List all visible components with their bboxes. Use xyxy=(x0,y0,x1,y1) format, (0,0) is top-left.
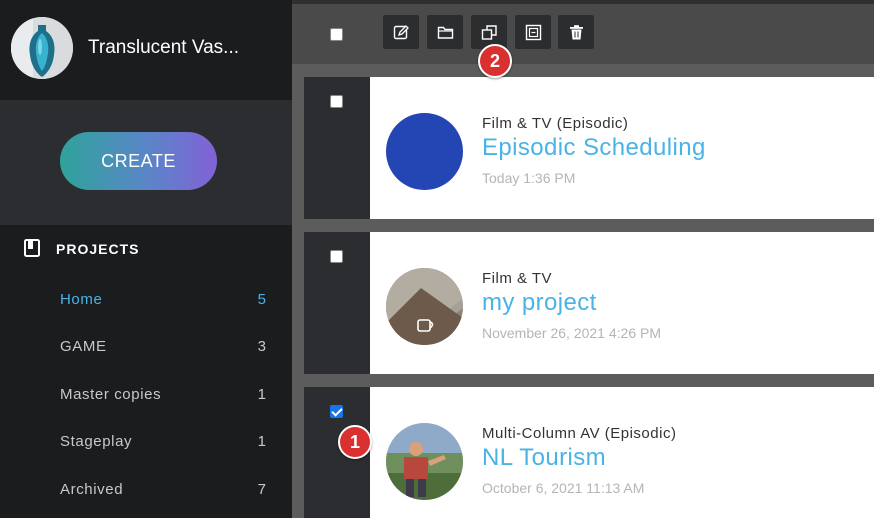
bulk-toolbar xyxy=(292,0,874,64)
project-thumbnail[interactable] xyxy=(386,113,463,190)
project-type: Film & TV xyxy=(482,270,553,287)
edit-button[interactable] xyxy=(383,15,419,49)
sidebar-item-label: Stageplay xyxy=(60,433,133,450)
project-row[interactable]: Film & TV my project November 26, 2021 4… xyxy=(304,232,874,374)
coffee-photo xyxy=(386,268,463,345)
create-section: CREATE xyxy=(0,100,292,225)
sidebar-item-home[interactable]: Home 5 xyxy=(0,280,292,320)
trash-icon xyxy=(569,24,583,39)
sidebar: Translucent Vas... CREATE PROJECTS Home … xyxy=(0,0,292,518)
sidebar-item-label: Archived xyxy=(60,481,124,498)
sidebar-item-label: GAME xyxy=(60,338,107,355)
move-to-folder-button[interactable] xyxy=(427,15,463,49)
row-checkbox[interactable] xyxy=(330,95,343,108)
sidebar-item-count: 1 xyxy=(257,433,266,450)
project-thumbnail[interactable] xyxy=(386,268,463,345)
project-type: Film & TV (Episodic) xyxy=(482,115,629,132)
project-card[interactable]: Film & TV my project November 26, 2021 4… xyxy=(370,232,874,374)
project-date: November 26, 2021 4:26 PM xyxy=(482,325,661,341)
row-select-area xyxy=(304,232,370,374)
sidebar-item-stageplay[interactable]: Stageplay 1 xyxy=(0,422,292,462)
projects-icon xyxy=(24,239,40,257)
sidebar-item-master-copies[interactable]: Master copies 1 xyxy=(0,375,292,415)
project-list: Film & TV (Episodic) Episodic Scheduling… xyxy=(292,0,874,518)
delete-button[interactable] xyxy=(558,15,594,49)
sidebar-item-count: 7 xyxy=(257,481,266,498)
annotation-badge-2: 2 xyxy=(478,44,512,78)
sidebar-item-count: 3 xyxy=(257,338,266,355)
project-row[interactable]: Film & TV (Episodic) Episodic Scheduling… xyxy=(304,77,874,219)
create-button[interactable]: CREATE xyxy=(60,132,217,190)
profile-header[interactable]: Translucent Vas... xyxy=(0,0,292,100)
avatar[interactable] xyxy=(11,17,73,79)
sidebar-item-game[interactable]: GAME 3 xyxy=(0,327,292,367)
tourism-photo xyxy=(386,423,463,500)
project-date: Today 1:36 PM xyxy=(482,170,576,186)
edit-icon xyxy=(393,24,409,39)
row-checkbox[interactable] xyxy=(330,250,343,263)
project-thumbnail[interactable] xyxy=(386,423,463,500)
sidebar-item-count: 1 xyxy=(257,386,266,403)
annotation-badge-1: 1 xyxy=(338,425,372,459)
project-card[interactable]: Multi-Column AV (Episodic) NL Tourism Oc… xyxy=(370,387,874,518)
archive-icon xyxy=(525,24,541,40)
archive-button[interactable] xyxy=(515,15,551,49)
duplicate-icon xyxy=(481,24,497,40)
app-window: Translucent Vas... CREATE PROJECTS Home … xyxy=(0,0,874,518)
profile-name[interactable]: Translucent Vas... xyxy=(88,37,239,59)
select-all-checkbox[interactable] xyxy=(330,28,343,41)
project-title[interactable]: my project xyxy=(482,289,597,317)
project-title[interactable]: NL Tourism xyxy=(482,444,606,472)
sidebar-item-archived[interactable]: Archived 7 xyxy=(0,470,292,510)
project-row[interactable]: Multi-Column AV (Episodic) NL Tourism Oc… xyxy=(304,387,874,518)
row-select-area xyxy=(304,77,370,219)
project-date: October 6, 2021 11:13 AM xyxy=(482,480,645,496)
row-checkbox[interactable] xyxy=(330,405,343,418)
projects-header: PROJECTS xyxy=(0,225,292,273)
project-title[interactable]: Episodic Scheduling xyxy=(482,134,706,162)
folder-icon xyxy=(437,26,453,39)
sidebar-item-count: 5 xyxy=(257,291,266,308)
sidebar-item-label: Home xyxy=(60,291,103,308)
project-card[interactable]: Film & TV (Episodic) Episodic Scheduling… xyxy=(370,77,874,219)
projects-title: PROJECTS xyxy=(56,241,140,257)
vase-avatar-image xyxy=(11,17,73,79)
sidebar-item-label: Master copies xyxy=(60,386,162,403)
project-type: Multi-Column AV (Episodic) xyxy=(482,425,677,442)
